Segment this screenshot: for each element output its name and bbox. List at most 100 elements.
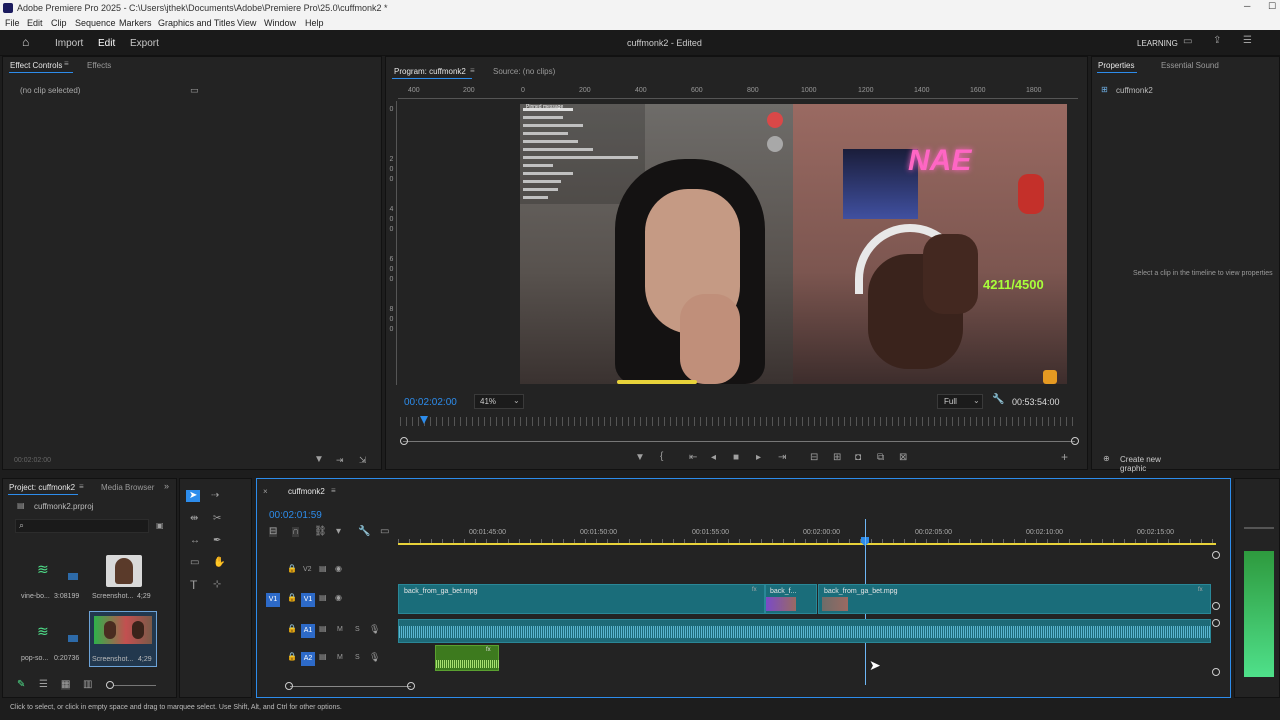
vertical-scroll-handle[interactable] <box>1212 602 1220 610</box>
snap-icon[interactable]: ∩ <box>292 527 300 537</box>
lock-icon[interactable]: 🔒 <box>287 652 297 662</box>
auto-reframe-icon[interactable]: ⊹ <box>213 580 221 590</box>
export-icon[interactable]: ⇥ <box>336 455 344 465</box>
scroll-handle-right[interactable] <box>1071 437 1079 445</box>
video-frame[interactable]: Pinned message NAE 4211/4500 <box>520 104 1067 384</box>
video-clip[interactable]: back_from_ga_bet.mpg fx <box>818 584 1211 614</box>
vertical-scroll-handle[interactable] <box>1212 551 1220 559</box>
razor-icon[interactable]: ✂ <box>213 514 221 524</box>
solo-button[interactable]: S <box>355 626 360 633</box>
menu-window[interactable]: Window <box>264 18 296 28</box>
mini-timeline[interactable] <box>400 417 1076 426</box>
close-tab-icon[interactable]: × <box>263 487 268 497</box>
step-forward-icon[interactable]: ▸ <box>756 453 761 463</box>
filter-icon[interactable]: ▼ <box>314 455 324 465</box>
solo-button[interactable]: S <box>355 654 360 661</box>
track-select-icon[interactable]: ⇢ <box>211 491 219 501</box>
video-clip[interactable]: back_f... <box>765 584 817 614</box>
tab-effects[interactable]: Effects <box>87 61 111 70</box>
project-item-screenshot[interactable]: Screenshot... 4;29 <box>91 551 157 601</box>
mark-in-icon[interactable]: { <box>660 452 663 462</box>
scroll-handle-left[interactable] <box>400 437 408 445</box>
quality-select[interactable]: Full ⌄ <box>937 394 983 409</box>
zoom-select[interactable]: 41% ⌄ <box>474 394 524 409</box>
audio-clip-green[interactable]: fx <box>435 645 500 671</box>
tab-sequence[interactable]: cuffmonk2 <box>288 487 325 496</box>
scroll-handle-left[interactable] <box>285 682 293 690</box>
nest-icon[interactable]: ⊟ <box>269 527 278 537</box>
menu-edit[interactable]: Edit <box>27 18 43 28</box>
menu-markers[interactable]: Markers <box>119 18 152 28</box>
menu-graphics[interactable]: Graphics and Titles <box>158 18 235 28</box>
tab-program[interactable]: Program: cuffmonk2 <box>394 67 466 76</box>
menu-sequence[interactable]: Sequence <box>75 18 116 28</box>
project-item-screenshot-selected[interactable]: Screenshot... 4;29 <box>89 611 157 667</box>
freeform-view-icon[interactable]: ▥ <box>83 680 92 690</box>
film-icon[interactable]: ▤ <box>319 564 327 574</box>
tab-project[interactable]: Project: cuffmonk2 <box>9 483 75 492</box>
eye-icon[interactable]: ◉ <box>335 564 342 574</box>
step-back-icon[interactable]: ◂ <box>711 453 716 463</box>
video-clip[interactable]: back_from_ga_bet.mpg fx <box>398 584 765 614</box>
rectangle-icon[interactable]: ▭ <box>190 558 199 568</box>
mute-button[interactable]: M <box>337 654 343 661</box>
type-icon[interactable]: T <box>190 579 197 591</box>
tab-import[interactable]: Import <box>55 38 83 49</box>
home-icon[interactable]: ⌂ <box>22 36 29 48</box>
camera-icon[interactable]: ◘ <box>855 453 861 463</box>
lift-icon[interactable]: ⊟ <box>810 453 818 463</box>
menu-file[interactable]: File <box>5 18 20 28</box>
project-menu-icon[interactable]: ≡ <box>79 482 84 492</box>
pencil-icon[interactable]: ✎ <box>17 680 25 690</box>
scroll-handle-right[interactable] <box>407 682 415 690</box>
tab-essential-sound[interactable]: Essential Sound <box>1161 61 1219 70</box>
ripple-edit-icon[interactable]: ⇹ <box>190 514 198 524</box>
add-marker-icon[interactable]: ▼ <box>635 453 645 463</box>
slider-handle[interactable] <box>106 681 114 689</box>
lock-icon[interactable]: 🔒 <box>287 624 297 634</box>
work-area-bar[interactable] <box>398 543 1216 545</box>
extract-icon[interactable]: ⊞ <box>833 453 841 463</box>
vertical-scroll-handle[interactable] <box>1212 619 1220 627</box>
tab-media-browser[interactable]: Media Browser <box>101 483 154 492</box>
comparison-icon[interactable]: ⧉ <box>877 453 884 463</box>
menu-icon[interactable]: ☰ <box>1243 36 1252 46</box>
project-item-audio[interactable]: ≋ pop-so... 0:20736 <box>17 615 83 665</box>
lock-icon[interactable]: 🔒 <box>287 593 297 603</box>
tab-effect-controls[interactable]: Effect Controls <box>10 61 62 70</box>
hand-icon[interactable]: ✋ <box>213 558 225 568</box>
mute-button[interactable]: M <box>337 626 343 633</box>
go-to-in-icon[interactable]: ⇤ <box>689 453 697 463</box>
stop-icon[interactable]: ■ <box>733 453 739 463</box>
time-ruler[interactable]: 00:01:45:00 00:01:50:00 00:01:55:00 00:0… <box>398 525 1216 545</box>
maximize-icon[interactable]: ☐ <box>1268 1 1276 12</box>
add-button-icon[interactable]: + <box>1061 451 1068 463</box>
tab-source[interactable]: Source: (no clips) <box>493 67 555 76</box>
microphone-icon[interactable]: 🎙 <box>369 652 380 662</box>
bin-icon[interactable]: ▣ <box>156 521 164 531</box>
menu-view[interactable]: View <box>237 18 256 28</box>
track-label[interactable]: A2 <box>301 652 315 666</box>
go-to-out-icon[interactable]: ⇥ <box>778 453 786 463</box>
program-timecode[interactable]: 00:02:02:00 <box>404 397 457 408</box>
track-label[interactable]: V1 <box>301 593 315 607</box>
zoom-scrollbar[interactable] <box>403 441 1075 442</box>
add-marker-icon[interactable]: ▾ <box>336 527 341 537</box>
panel-icon[interactable]: ▭ <box>1183 37 1192 47</box>
audio-clip[interactable] <box>398 619 1211 643</box>
list-view-icon[interactable]: ☰ <box>39 680 48 690</box>
program-menu-icon[interactable]: ≡ <box>470 66 475 76</box>
menu-help[interactable]: Help <box>305 18 324 28</box>
eye-icon[interactable]: ◉ <box>335 593 342 603</box>
project-item-audio[interactable]: ≋ vine-bo... 3:08199 <box>17 551 83 601</box>
caption-icon[interactable]: ▭ <box>380 527 389 537</box>
share-icon[interactable]: ⇪ <box>1213 36 1221 46</box>
vertical-scroll-handle[interactable] <box>1212 668 1220 676</box>
settings-wrench-icon[interactable]: 🔧 <box>358 527 370 537</box>
slip-icon[interactable]: ↔ <box>190 536 200 546</box>
tab-properties[interactable]: Properties <box>1098 61 1134 70</box>
create-graphic-button[interactable]: ⊕ Create new graphic <box>1098 453 1188 473</box>
film-icon[interactable]: ▤ <box>319 593 327 603</box>
pen-icon[interactable]: ✒ <box>213 536 221 546</box>
zoom-slider[interactable] <box>106 681 156 689</box>
